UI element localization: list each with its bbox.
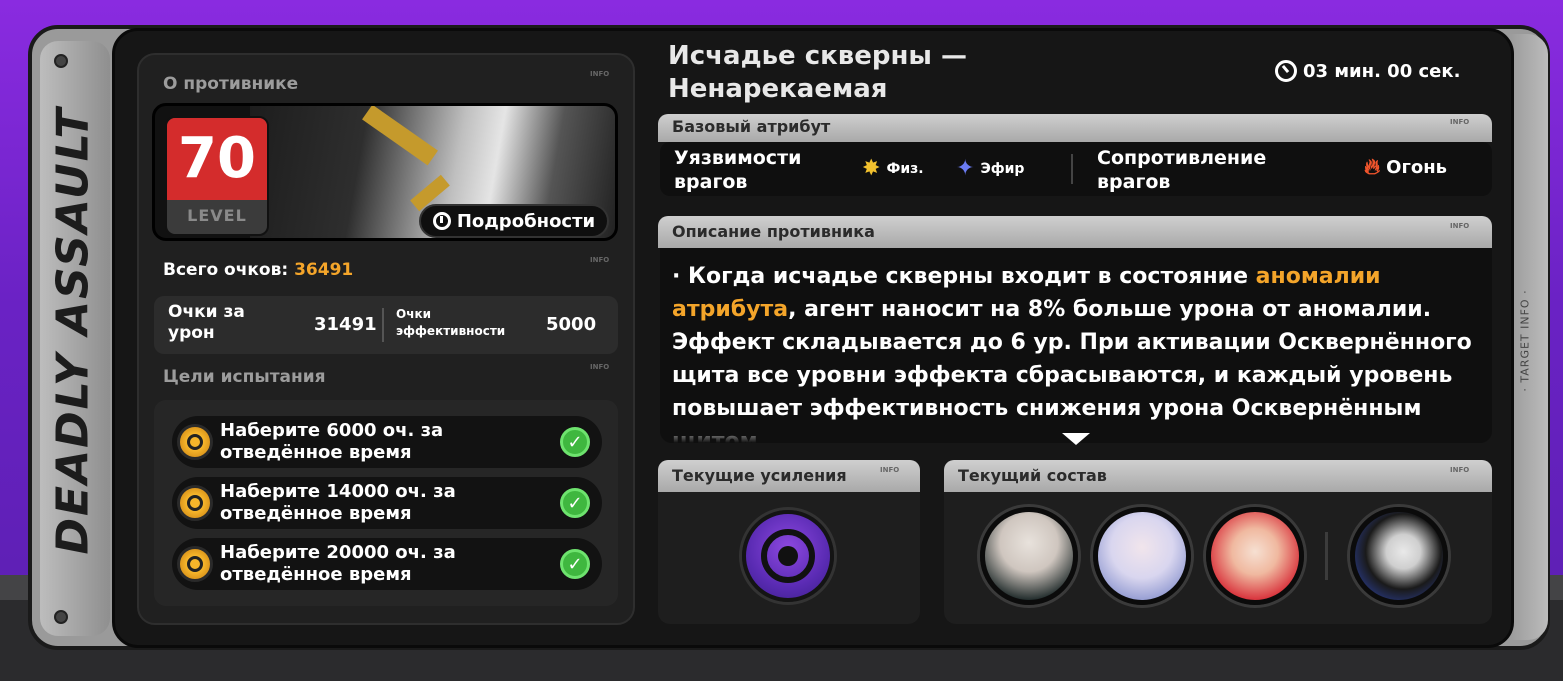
divider [1071,154,1073,184]
total-score-value: 36491 [294,260,354,280]
scroll-down-icon[interactable] [1062,433,1090,445]
info-tag: INFO [880,466,900,474]
info-tag: INFO [590,363,610,371]
weakness-physical: ✸ Физ. [862,156,924,181]
details-button-label: Подробности [456,210,596,232]
goal-text: Наберите 6000 оч. за отведённое время [220,420,444,463]
physical-icon: ✸ [862,156,881,181]
details-button[interactable]: Подробности [419,204,609,238]
level-badge: 70 LEVEL [165,116,269,236]
deadly-assault-logo: DEADLY ASSAULT [47,106,99,554]
goal-item: Наберите 14000 оч. за отведённое время ✓ [172,477,602,529]
fire-icon: 🔥︎ [1364,155,1381,180]
level-number: 70 [167,118,267,200]
damage-score-value: 31491 [314,314,377,335]
goal-item: Наберите 6000 оч. за отведённое время ✓ [172,416,602,468]
goal-item: Наберите 20000 оч. за отведённое время ✓ [172,538,602,590]
agent-portrait-1[interactable] [980,507,1078,605]
weakness-label: Уязвимости врагов [674,147,802,193]
info-tag: INFO [1450,118,1470,126]
goals-list: Наберите 6000 оч. за отведённое время ✓ … [154,400,618,606]
timer-value: 03 мин. 00 сек. [1303,60,1461,82]
goals-section-title: Цели испытания [163,367,326,387]
resistance-label: Сопротивление врагов [1097,147,1267,193]
efficiency-score-label: Очки эффективности [396,307,506,338]
attribute-row: Уязвимости врагов ✸ Физ. ✦ Эфир Сопротив… [660,142,1492,196]
info-tag: INFO [590,70,610,78]
damage-score-label: Очки за урон [168,302,245,343]
efficiency-score-value: 5000 [546,314,597,335]
info-icon [432,212,451,230]
enemy-title: Исчадье скверны — Ненарекаемая [668,41,967,104]
screw-icon [54,610,68,624]
total-score-label: Всего очков: [163,260,289,280]
total-score: Всего очков: 36491 [163,260,353,280]
info-tag: INFO [590,256,610,264]
goal-medal-icon [177,424,213,460]
description-text: · Когда исчадье скверны входит в состоян… [672,264,1472,443]
goal-text: Наберите 14000 оч. за отведённое время [220,481,456,524]
enemy-card: 70 LEVEL Подробности [152,103,618,241]
info-tag: INFO [1450,466,1470,474]
check-icon: ✓ [560,549,590,579]
squad-header: Текущий состав [944,460,1492,492]
check-icon: ✓ [560,488,590,518]
timer: 03 мин. 00 сек. [1275,60,1460,82]
squad-divider [1325,532,1328,580]
description-header: Описание противника [658,216,1492,248]
goal-medal-icon [177,485,213,521]
buff-icon[interactable] [742,510,834,602]
clock-icon [1275,60,1297,82]
screw-icon [54,54,68,68]
ether-icon: ✦ [956,156,975,181]
check-icon: ✓ [560,427,590,457]
info-tag: INFO [1450,222,1470,230]
agent-portrait-2[interactable] [1093,507,1191,605]
goal-text: Наберите 20000 оч. за отведённое время [220,542,456,585]
score-breakdown: Очки за урон 31491 Очки эффективности 50… [154,296,618,354]
goal-medal-icon [177,546,213,582]
bangboo-portrait[interactable] [1350,507,1448,605]
weakness-ether: ✦ Эфир [956,156,1025,181]
level-label: LEVEL [187,206,247,225]
description-body[interactable]: · Когда исчадье скверны входит в состоян… [660,248,1492,443]
agent-portrait-3[interactable] [1206,507,1304,605]
enemy-section-title: О противнике [163,74,299,94]
buffs-header: Текущие усиления [658,460,920,492]
resistance-fire: 🔥︎ Огонь [1364,155,1448,180]
base-attribute-header: Базовый атрибут [658,114,1492,142]
divider [382,308,384,342]
